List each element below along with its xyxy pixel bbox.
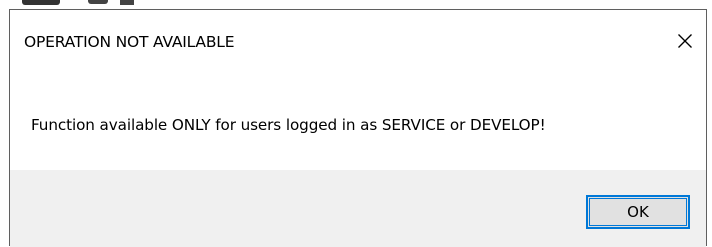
dialog-content: Function available ONLY for users logged… (10, 72, 706, 170)
dialog-message: Function available ONLY for users logged… (31, 116, 546, 134)
ok-button-label: OK (627, 203, 649, 221)
message-dialog: OPERATION NOT AVAILABLE Function availab… (9, 9, 707, 247)
background-element (22, 0, 60, 5)
dialog-title: OPERATION NOT AVAILABLE (24, 33, 235, 51)
background-element (120, 0, 134, 5)
close-icon (677, 33, 693, 49)
background-element (88, 0, 108, 4)
dialog-footer: OK (10, 170, 706, 247)
dialog-title-bar[interactable]: OPERATION NOT AVAILABLE (10, 10, 706, 72)
close-button[interactable] (664, 21, 706, 61)
ok-button[interactable]: OK (586, 195, 690, 229)
